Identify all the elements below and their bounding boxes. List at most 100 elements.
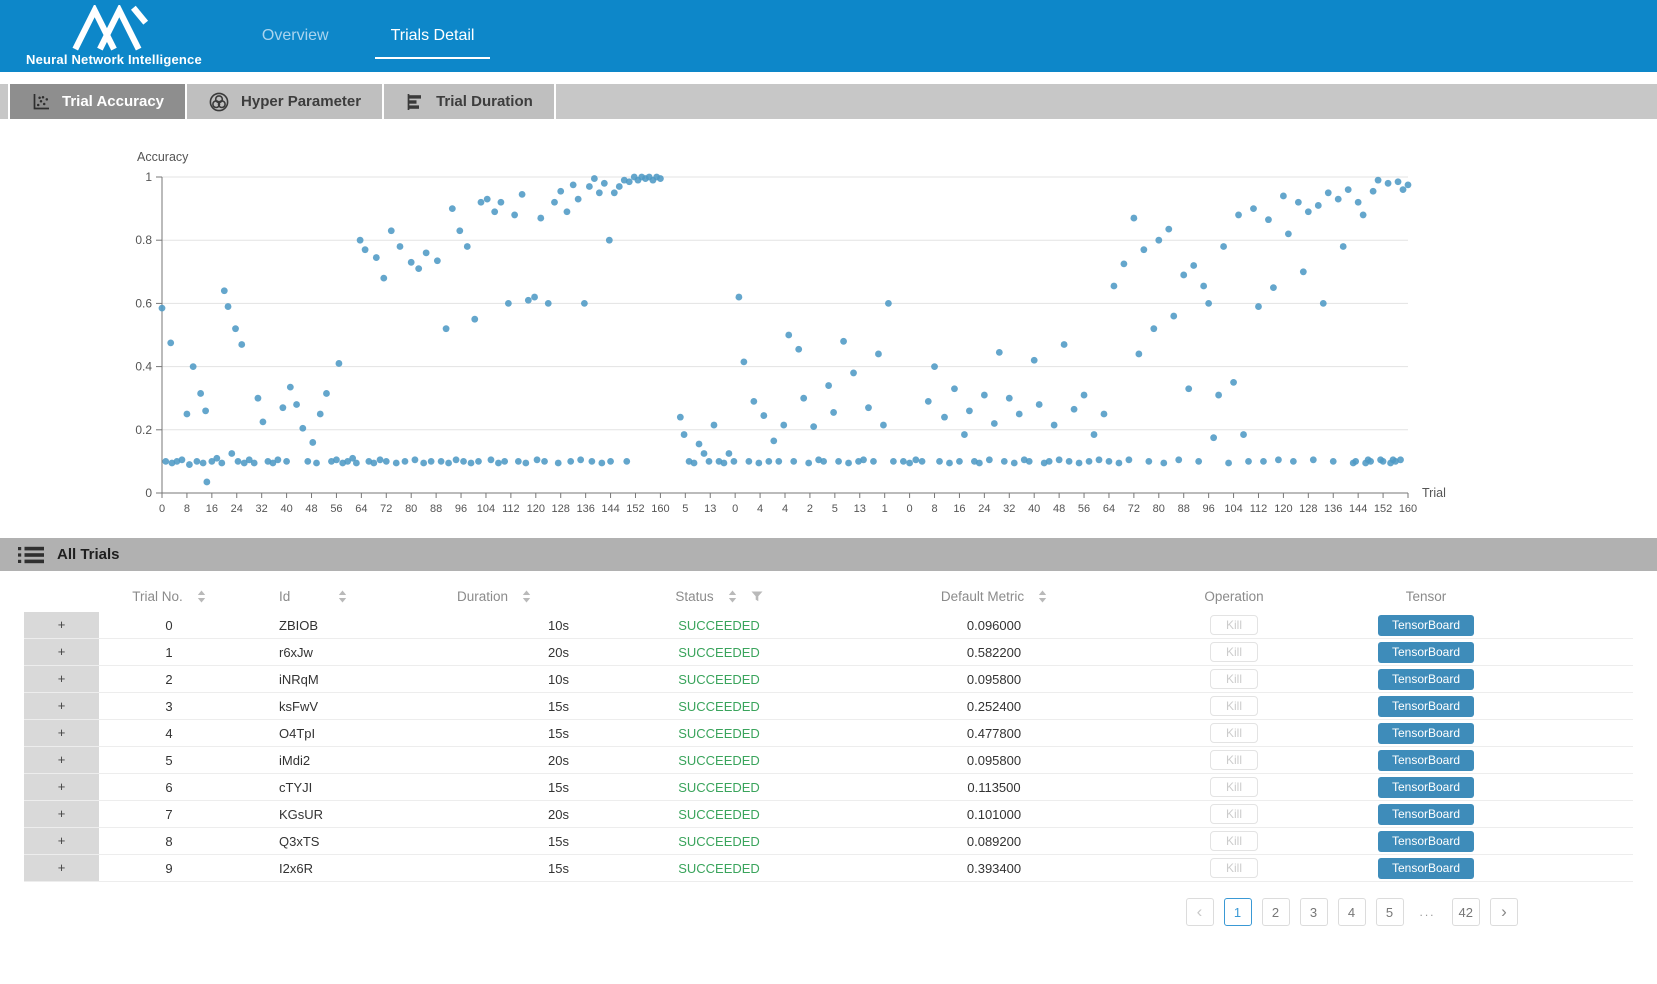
svg-text:160: 160 bbox=[651, 503, 669, 515]
tensor-cell: TensorBoard bbox=[1319, 639, 1633, 665]
svg-text:72: 72 bbox=[1128, 503, 1140, 515]
pagination-page-2[interactable]: 2 bbox=[1262, 898, 1290, 926]
pagination-page-4[interactable]: 4 bbox=[1338, 898, 1366, 926]
tensorboard-button[interactable]: TensorBoard bbox=[1378, 750, 1474, 771]
pagination-page-1[interactable]: 1 bbox=[1224, 898, 1252, 926]
kill-button[interactable]: Kill bbox=[1210, 669, 1258, 689]
expand-row-button[interactable]: + bbox=[24, 828, 99, 854]
trial-status: SUCCEEDED bbox=[599, 639, 839, 665]
svg-text:Trial: Trial bbox=[1422, 486, 1446, 500]
table-body: +0ZBIOB10sSUCCEEDED0.096000KillTensorBoa… bbox=[24, 612, 1633, 882]
kill-button[interactable]: Kill bbox=[1210, 777, 1258, 797]
trial-duration: 20s bbox=[389, 639, 599, 665]
svg-text:0: 0 bbox=[145, 486, 152, 500]
svg-text:0: 0 bbox=[159, 503, 165, 515]
trial-status: SUCCEEDED bbox=[599, 828, 839, 854]
table-row: +9I2x6R15sSUCCEEDED0.393400KillTensorBoa… bbox=[24, 855, 1633, 882]
trial-status: SUCCEEDED bbox=[599, 855, 839, 881]
trial-duration: 20s bbox=[389, 801, 599, 827]
svg-text:160: 160 bbox=[1399, 503, 1417, 515]
svg-text:16: 16 bbox=[206, 503, 218, 515]
svg-text:4: 4 bbox=[782, 503, 788, 515]
svg-text:8: 8 bbox=[184, 503, 190, 515]
sort-icon[interactable] bbox=[1038, 590, 1047, 603]
tensor-cell: TensorBoard bbox=[1319, 666, 1633, 692]
operation-cell: Kill bbox=[1149, 612, 1319, 638]
svg-text:24: 24 bbox=[231, 503, 243, 515]
trial-no: 3 bbox=[99, 693, 239, 719]
tab-trial-accuracy[interactable]: Trial Accuracy bbox=[8, 84, 187, 119]
kill-button[interactable]: Kill bbox=[1210, 858, 1258, 878]
nav-trials-detail[interactable]: Trials Detail bbox=[389, 23, 477, 49]
nav-overview[interactable]: Overview bbox=[260, 23, 331, 49]
trial-duration: 15s bbox=[389, 855, 599, 881]
tensorboard-button[interactable]: TensorBoard bbox=[1378, 804, 1474, 825]
operation-cell: Kill bbox=[1149, 693, 1319, 719]
trial-duration: 15s bbox=[389, 774, 599, 800]
tab-trial-duration[interactable]: Trial Duration bbox=[384, 84, 556, 119]
tab-hyper-parameter[interactable]: Hyper Parameter bbox=[187, 84, 384, 119]
sort-icon[interactable] bbox=[522, 590, 531, 603]
expand-row-button[interactable]: + bbox=[24, 666, 99, 692]
tensorboard-button[interactable]: TensorBoard bbox=[1378, 696, 1474, 717]
view-tabbar: Trial AccuracyHyper ParameterTrial Durat… bbox=[0, 84, 1657, 119]
pagination-page-3[interactable]: 3 bbox=[1300, 898, 1328, 926]
svg-text:96: 96 bbox=[455, 503, 467, 515]
trial-id: iNRqM bbox=[239, 666, 389, 692]
column-header-status: Status bbox=[599, 583, 839, 609]
tensorboard-button[interactable]: TensorBoard bbox=[1378, 642, 1474, 663]
kill-button[interactable]: Kill bbox=[1210, 615, 1258, 635]
accuracy-scatter-chart[interactable]: Accuracy10.80.60.40.20081624324048566472… bbox=[0, 119, 1657, 538]
tensor-cell: TensorBoard bbox=[1319, 855, 1633, 881]
svg-text:80: 80 bbox=[1153, 503, 1165, 515]
kill-button[interactable]: Kill bbox=[1210, 831, 1258, 851]
trial-no: 5 bbox=[99, 747, 239, 773]
sort-icon[interactable] bbox=[197, 590, 206, 603]
sort-icon[interactable] bbox=[338, 590, 347, 603]
operation-cell: Kill bbox=[1149, 747, 1319, 773]
pagination-next-button[interactable]: › bbox=[1490, 898, 1518, 926]
expand-row-button[interactable]: + bbox=[24, 801, 99, 827]
operation-cell: Kill bbox=[1149, 639, 1319, 665]
svg-text:2: 2 bbox=[807, 503, 813, 515]
svg-text:144: 144 bbox=[1349, 503, 1367, 515]
pagination-ellipsis: ... bbox=[1414, 898, 1442, 926]
kill-button[interactable]: Kill bbox=[1210, 696, 1258, 716]
tensor-cell: TensorBoard bbox=[1319, 693, 1633, 719]
filter-icon[interactable] bbox=[751, 591, 763, 602]
svg-text:56: 56 bbox=[1078, 503, 1090, 515]
list-icon bbox=[18, 544, 44, 566]
expand-row-button[interactable]: + bbox=[24, 774, 99, 800]
svg-text:32: 32 bbox=[1003, 503, 1015, 515]
expand-row-button[interactable]: + bbox=[24, 612, 99, 638]
svg-text:152: 152 bbox=[626, 503, 644, 515]
hyper-parameter-icon bbox=[208, 91, 230, 113]
kill-button[interactable]: Kill bbox=[1210, 642, 1258, 662]
operation-cell: Kill bbox=[1149, 855, 1319, 881]
column-label: Duration bbox=[457, 589, 508, 604]
tensorboard-button[interactable]: TensorBoard bbox=[1378, 777, 1474, 798]
expand-row-button[interactable]: + bbox=[24, 855, 99, 881]
trial-status: SUCCEEDED bbox=[599, 612, 839, 638]
sort-icon[interactable] bbox=[728, 590, 737, 603]
expand-row-button[interactable]: + bbox=[24, 693, 99, 719]
column-label: Status bbox=[675, 589, 713, 604]
trial-status: SUCCEEDED bbox=[599, 774, 839, 800]
tensorboard-button[interactable]: TensorBoard bbox=[1378, 831, 1474, 852]
main-nav: Overview Trials Detail bbox=[260, 0, 477, 72]
expand-row-button[interactable]: + bbox=[24, 747, 99, 773]
kill-button[interactable]: Kill bbox=[1210, 750, 1258, 770]
tensorboard-button[interactable]: TensorBoard bbox=[1378, 615, 1474, 636]
expand-row-button[interactable]: + bbox=[24, 720, 99, 746]
kill-button[interactable]: Kill bbox=[1210, 723, 1258, 743]
expand-row-button[interactable]: + bbox=[24, 639, 99, 665]
pagination-page-42[interactable]: 42 bbox=[1452, 898, 1480, 926]
column-header-trial-no: Trial No. bbox=[99, 583, 239, 609]
tensorboard-button[interactable]: TensorBoard bbox=[1378, 858, 1474, 879]
trial-default-metric: 0.393400 bbox=[839, 855, 1149, 881]
tensorboard-button[interactable]: TensorBoard bbox=[1378, 723, 1474, 744]
tensorboard-button[interactable]: TensorBoard bbox=[1378, 669, 1474, 690]
pagination-page-5[interactable]: 5 bbox=[1376, 898, 1404, 926]
pagination-prev-button[interactable]: ‹ bbox=[1186, 898, 1214, 926]
kill-button[interactable]: Kill bbox=[1210, 804, 1258, 824]
